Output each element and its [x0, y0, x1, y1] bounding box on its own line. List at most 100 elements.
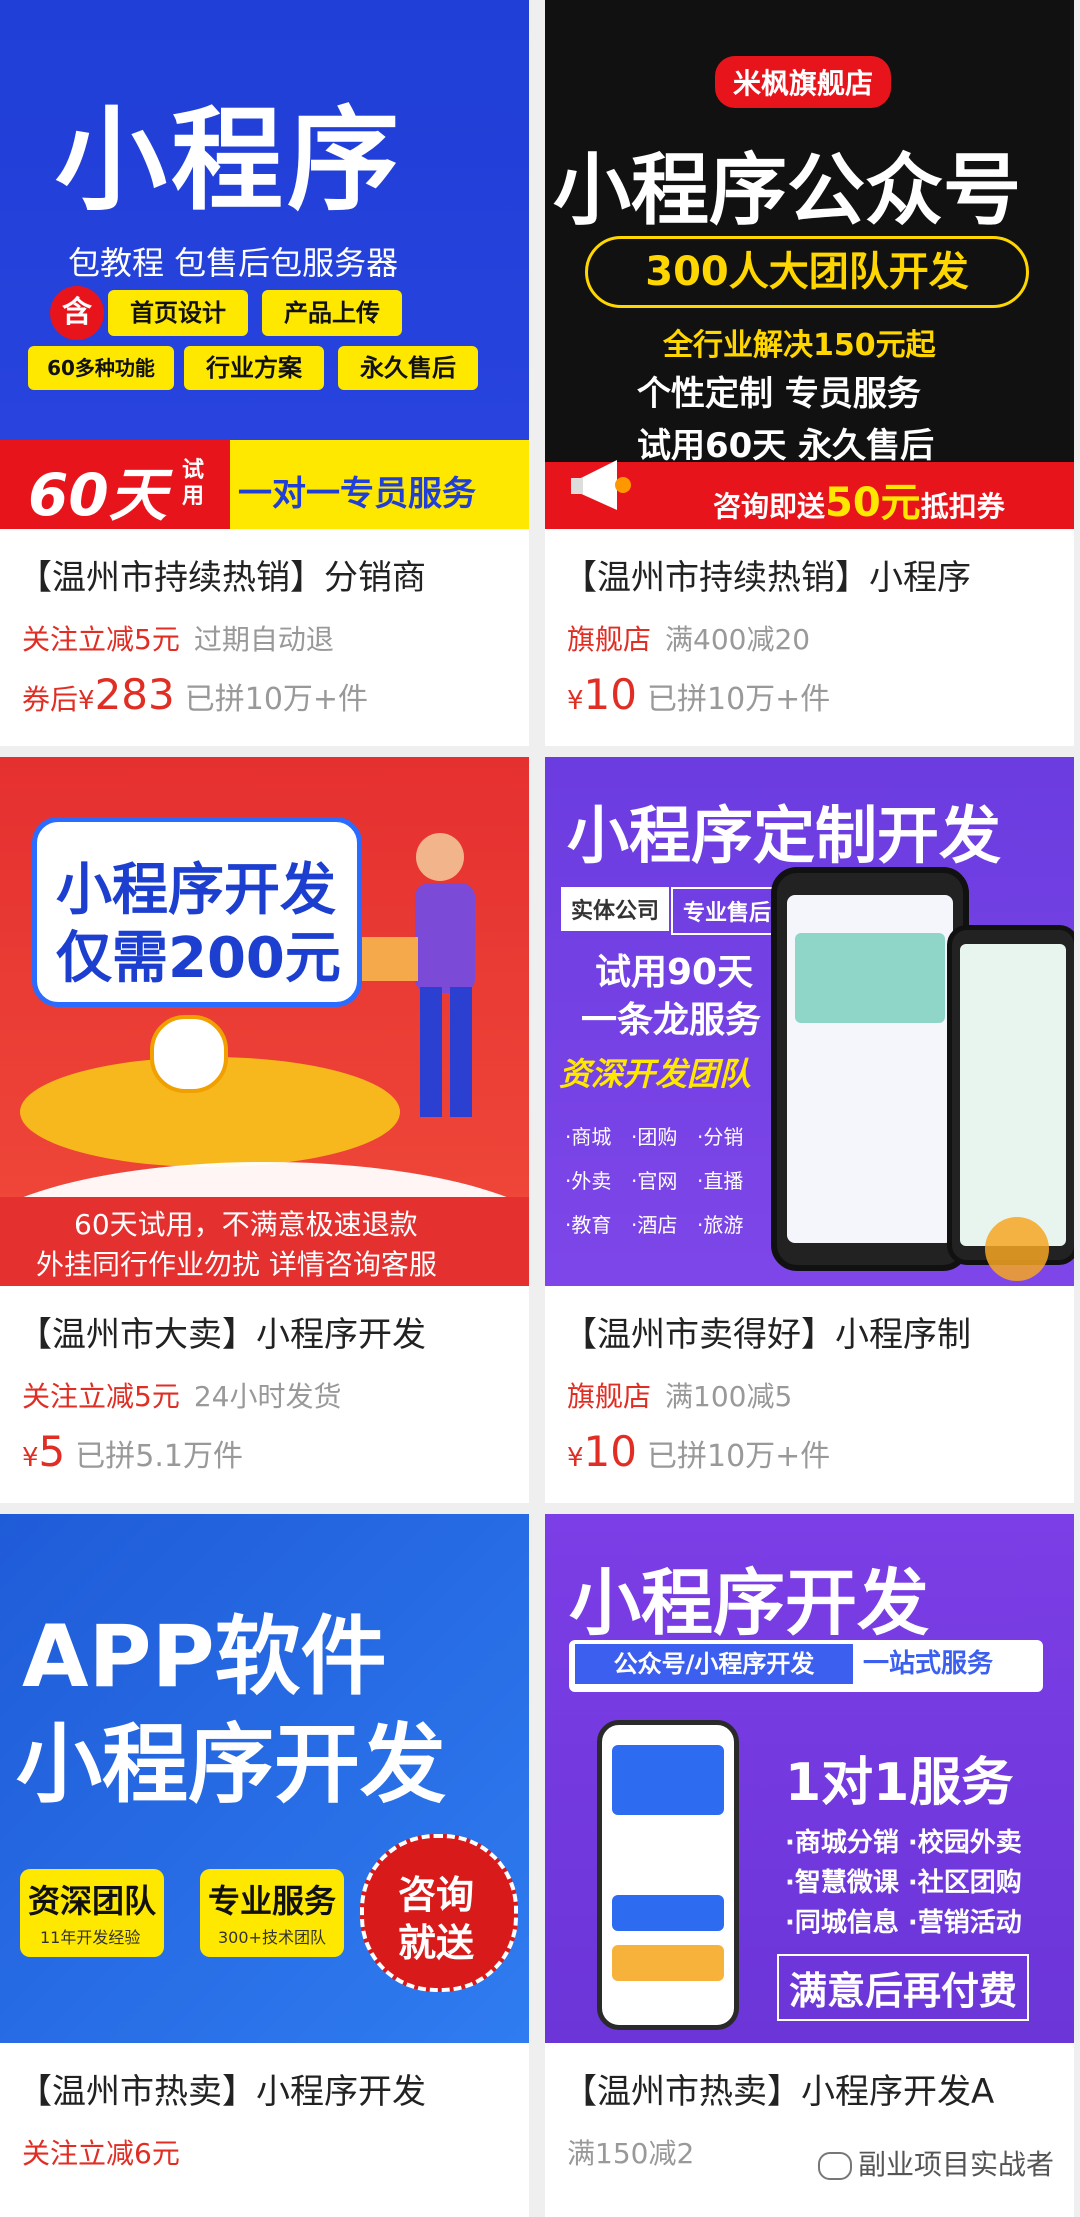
feature-item: ·分销 [697, 1125, 744, 1149]
feature-item: ·教育 [565, 1213, 612, 1237]
promo-note: 24小时发货 [193, 1380, 342, 1413]
banner-line: 全行业解决150元起 [663, 328, 936, 363]
currency-symbol: ¥ [567, 1443, 584, 1473]
product-card[interactable]: APP软件 小程序开发 资深团队 11年开发经验 专业服务 300+技术团队 咨… [0, 1514, 529, 2217]
currency-symbol: ¥ [78, 686, 95, 716]
banner-headline: 小程序公众号 [553, 146, 1022, 236]
banner-line: APP软件 [22, 1607, 387, 1707]
wechat-icon [817, 2152, 852, 2180]
banner-line: 试用90天 [595, 952, 754, 993]
product-image[interactable]: 小程序定制开发 实体公司 专业售后 试用90天 一条龙服务 资深开发团队 ·商城… [545, 757, 1074, 1286]
badge-icon: 含 [50, 286, 104, 340]
phone-mockup-icon [597, 1720, 739, 2030]
trial-days: 60天 [28, 461, 167, 529]
footer-amount: 50元 [825, 480, 921, 526]
promo-coupon: 关注立减5元 [22, 1380, 180, 1413]
promo-row: 关注立减6元 [22, 2132, 180, 2172]
feature-line: ·智慧微课 ·社区团购 [785, 1868, 1022, 1898]
promo-coupon: 关注立减5元 [22, 623, 180, 656]
tag-pill: 60多种功能 [28, 346, 174, 390]
promo-coupon: 旗舰店 [567, 623, 652, 656]
trial-label: 试用 [182, 458, 205, 509]
clock-icon [150, 1015, 228, 1093]
feature-item: ·旅游 [697, 1213, 744, 1237]
tag-pill: 产品上传 [262, 290, 402, 336]
banner-line: 一条龙服务 [581, 1000, 762, 1041]
promo-row: 旗舰店 满400减20 [567, 618, 810, 658]
product-image[interactable]: 小程序开发 仅需200元 60天试用，不满意极速退款 外挂同行作业勿扰 详情咨询… [0, 757, 529, 1286]
promo-row: 满150减2 [567, 2132, 694, 2172]
person-figure-icon [360, 817, 510, 1147]
promo-note: 满100减5 [665, 1380, 793, 1413]
banner-line: 资深开发团队 [559, 1055, 752, 1093]
footer-tail: 抵扣券 [920, 490, 1005, 523]
watermark: 副业项目实战者 [817, 2143, 1054, 2183]
banner-headline: 小程序开发 [569, 1561, 930, 1645]
feature-line: ·商城分销 ·校园外卖 [785, 1828, 1022, 1858]
tag-primary: 实体公司 [561, 887, 670, 931]
product-card[interactable]: 小程序开发 公众号/小程序开发 一站式服务 1对1服务 ·商城分销 ·校园外卖 … [545, 1514, 1074, 2217]
product-title[interactable]: 【温州市持续热销】分销商 [18, 550, 519, 599]
price: 10 [583, 670, 637, 719]
feature-item: ·直播 [697, 1169, 744, 1193]
price-row: ¥5 已拼5.1万件 [22, 1427, 243, 1476]
banner-headline: 小程序 [55, 96, 403, 226]
product-title[interactable]: 【温州市热卖】小程序开发A [563, 2064, 1064, 2113]
product-title[interactable]: 【温州市卖得好】小程序制 [563, 1307, 1064, 1356]
feature-item: ·官网 [631, 1169, 678, 1193]
phone-mockup-icon [771, 867, 969, 1271]
product-title[interactable]: 【温州市大卖】小程序开发 [18, 1307, 519, 1356]
promo-coupon: 关注立减6元 [22, 2137, 180, 2170]
info-box-title: 专业服务 [208, 1882, 337, 1920]
sold-count: 已拼10万+件 [647, 682, 831, 717]
currency-symbol: ¥ [22, 1443, 39, 1473]
tag-secondary: 专业售后 [671, 887, 784, 935]
product-image[interactable]: 小程序 包教程 包售后包服务器 含 首页设计 产品上传 60多种功能 行业方案 … [0, 0, 529, 529]
feature-item: ·团购 [631, 1125, 678, 1149]
banner-line: 仅需200元 [56, 926, 341, 991]
product-grid: 小程序 包教程 包售后包服务器 含 首页设计 产品上传 60多种功能 行业方案 … [0, 0, 1080, 2217]
product-card[interactable]: 小程序 包教程 包售后包服务器 含 首页设计 产品上传 60多种功能 行业方案 … [0, 0, 529, 746]
feature-item: ·酒店 [631, 1213, 678, 1237]
banner-line: 试用60天 永久售后 [637, 426, 935, 466]
product-card[interactable]: 米枫旗舰店 小程序公众号 300人大团队开发 全行业解决150元起 个性定制 专… [545, 0, 1074, 746]
price-row: ¥10 已拼10万+件 [567, 670, 830, 719]
product-image[interactable]: 小程序开发 公众号/小程序开发 一站式服务 1对1服务 ·商城分销 ·校园外卖 … [545, 1514, 1074, 2043]
price-row: ¥10 已拼10万+件 [567, 1427, 830, 1476]
banner-headline: 小程序定制开发 [567, 799, 1002, 872]
product-card[interactable]: 小程序开发 仅需200元 60天试用，不满意极速退款 外挂同行作业勿扰 详情咨询… [0, 757, 529, 1503]
info-box-subtitle: 300+技术团队 [218, 1928, 326, 1947]
strip-right: 一站式服务 [863, 1649, 994, 1679]
bottom-line: 满意后再付费 [777, 1954, 1030, 2021]
phone-mockup-icon [947, 925, 1074, 1265]
product-image[interactable]: APP软件 小程序开发 资深团队 11年开发经验 专业服务 300+技术团队 咨… [0, 1514, 529, 2043]
product-card[interactable]: 小程序定制开发 实体公司 专业售后 试用90天 一条龙服务 资深开发团队 ·商城… [545, 757, 1074, 1503]
store-badge: 米枫旗舰店 [715, 56, 892, 108]
sold-count: 已拼10万+件 [184, 682, 369, 717]
banner-line: 小程序开发 [16, 1715, 446, 1815]
price: 283 [94, 670, 175, 719]
float-button[interactable] [985, 1217, 1049, 1281]
product-title[interactable]: 【温州市持续热销】小程序 [563, 550, 1064, 599]
banner-note: 60天试用，不满意极速退款 [74, 1208, 418, 1241]
promo-row: 关注立减5元 过期自动退 [22, 618, 334, 658]
strip-left: 公众号/小程序开发 [575, 1644, 853, 1684]
sold-count: 已拼5.1万件 [75, 1439, 243, 1474]
service-label: 一对一专员服务 [238, 474, 476, 514]
price-prefix: 券后 [22, 683, 79, 716]
price-row: 券后¥283 已拼10万+件 [22, 670, 368, 719]
product-title[interactable]: 【温州市热卖】小程序开发 [18, 2064, 519, 2113]
currency-symbol: ¥ [567, 686, 584, 716]
feature-item: ·外卖 [565, 1169, 612, 1193]
product-image[interactable]: 米枫旗舰店 小程序公众号 300人大团队开发 全行业解决150元起 个性定制 专… [545, 0, 1074, 529]
banner-note: 外挂同行作业勿扰 详情咨询客服 [36, 1248, 437, 1281]
feature-line: ·同城信息 ·营销活动 [785, 1908, 1022, 1938]
promo-note: 满150减2 [567, 2137, 695, 2170]
banner-line: 个性定制 专员服务 [637, 374, 921, 414]
banner-subtitle: 包教程 包售后包服务器 [68, 244, 399, 282]
big-service: 1对1服务 [785, 1753, 1014, 1813]
promo-coupon: 旗舰店 [567, 1380, 652, 1413]
footer-lead: 咨询即送 [713, 490, 826, 523]
megaphone-icon [567, 450, 647, 520]
footer-text: 咨询即送50元抵扣券 [713, 470, 1005, 528]
